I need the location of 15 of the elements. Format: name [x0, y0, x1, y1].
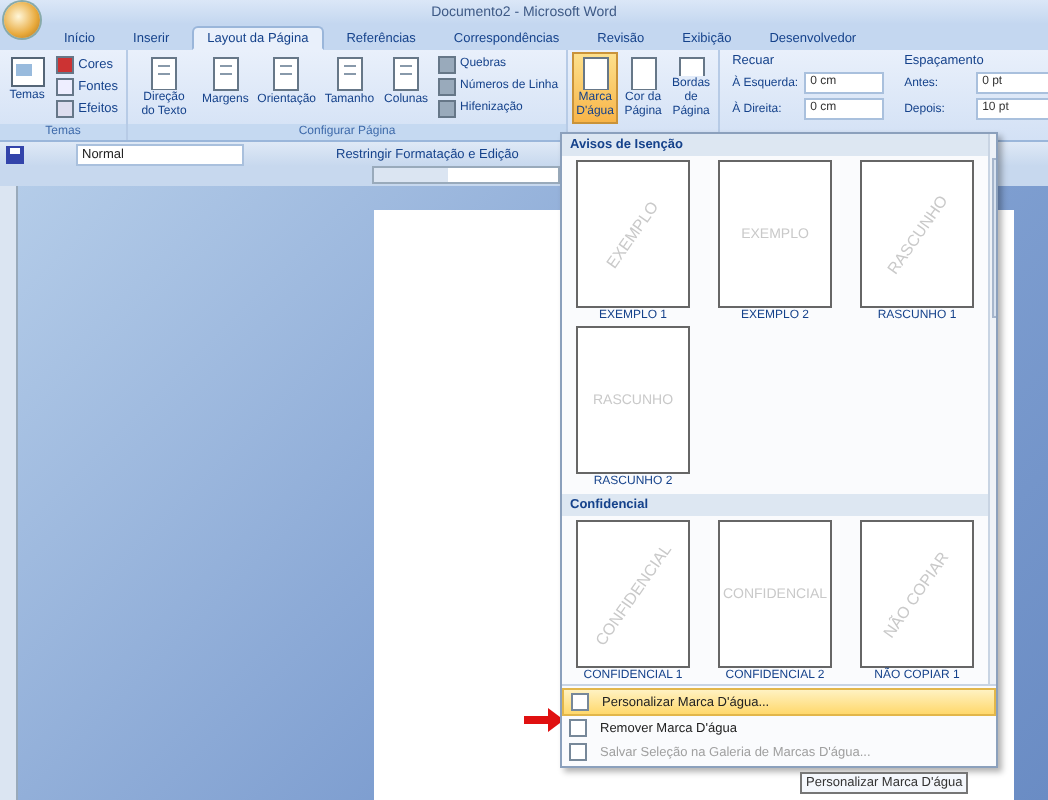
vertical-ruler[interactable]	[0, 186, 18, 800]
page-icon	[272, 56, 301, 92]
pointer-arrow	[524, 708, 564, 732]
save-icon[interactable]	[6, 145, 24, 163]
horizontal-ruler[interactable]	[372, 166, 560, 184]
scrollbar[interactable]	[988, 134, 996, 684]
page-icon	[392, 56, 421, 92]
page-icon	[150, 56, 178, 90]
themes-icon	[9, 56, 46, 88]
page-icon	[335, 56, 364, 92]
page-icon	[211, 56, 240, 92]
office-button[interactable]	[4, 2, 40, 38]
page-icon	[677, 56, 706, 76]
page-icon	[581, 56, 610, 90]
page-icon	[629, 56, 658, 90]
